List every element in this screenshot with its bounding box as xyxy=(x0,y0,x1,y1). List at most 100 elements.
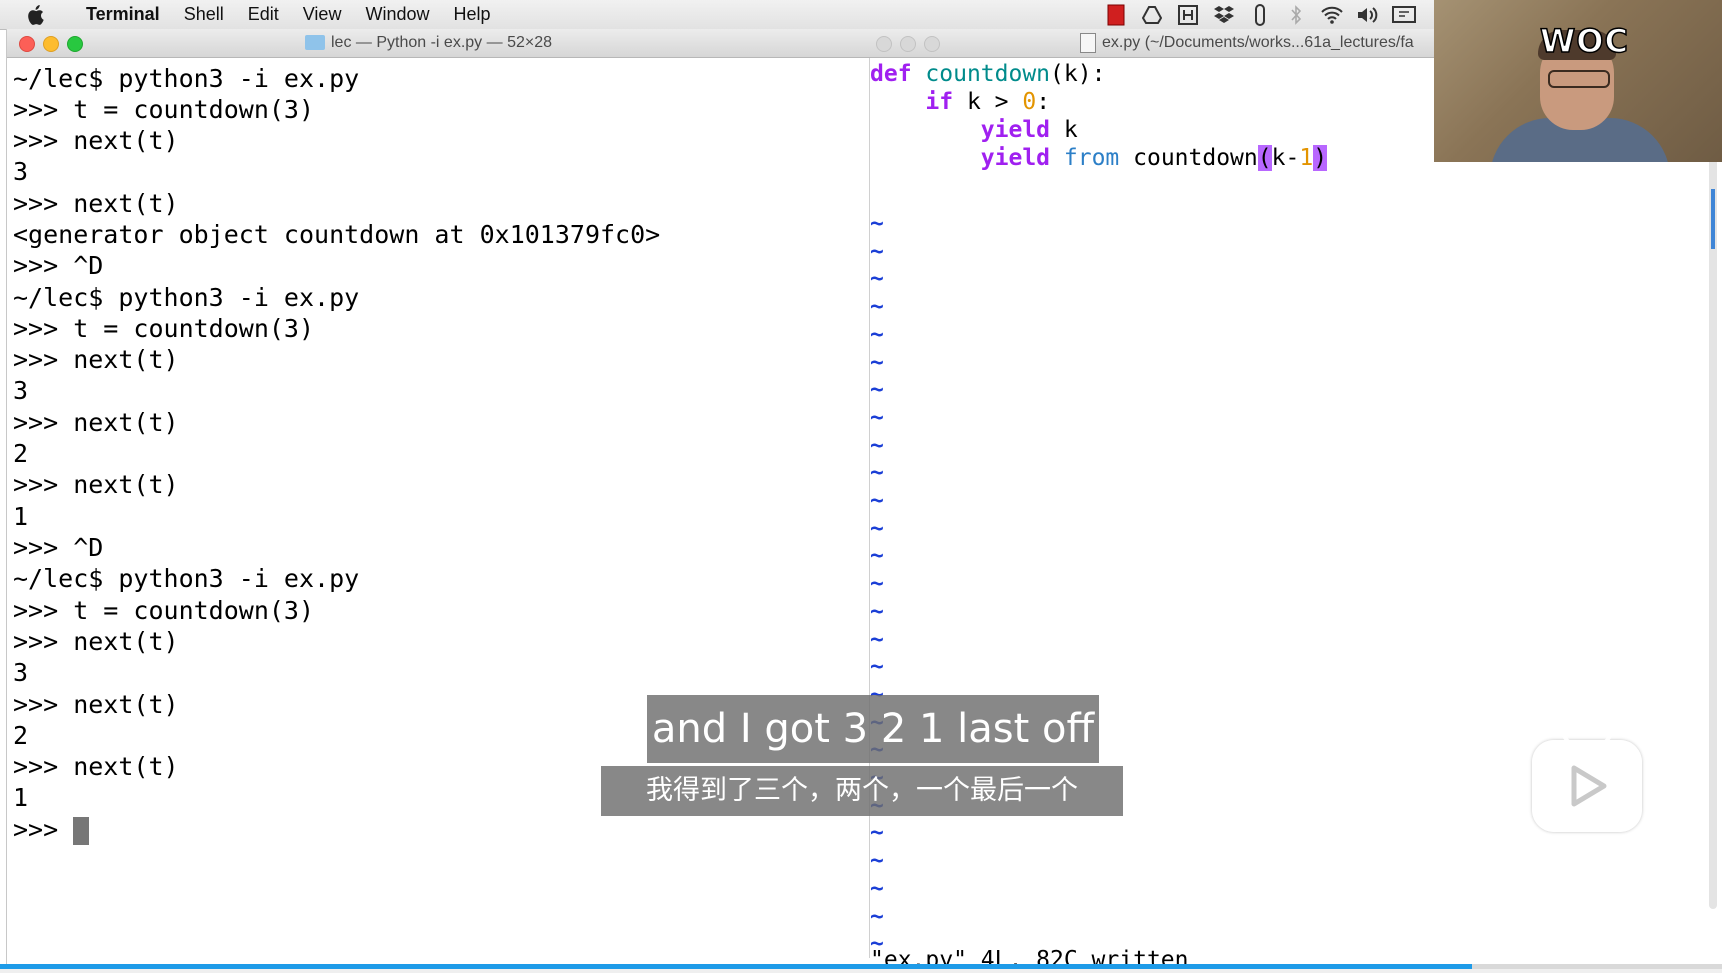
terminal-line: >>> next(t) xyxy=(13,408,179,437)
volume-icon[interactable] xyxy=(1356,4,1380,26)
drive-icon[interactable] xyxy=(1140,4,1164,26)
code-keyword: from xyxy=(1063,145,1120,171)
webcam-logo-text: WOC xyxy=(1539,21,1629,61)
terminal-line: 2 xyxy=(13,439,29,468)
presenter-glasses xyxy=(1548,70,1610,88)
tilde-marker: ~ xyxy=(870,294,884,320)
terminal-line: >>> t = countdown(3) xyxy=(13,314,315,343)
terminal-line: ~/lec$ python3 -i ex.py xyxy=(13,64,360,93)
pen-icon[interactable] xyxy=(1248,4,1272,26)
terminal-line: >>> next(t) xyxy=(13,189,179,218)
terminal-line: 3 xyxy=(13,658,29,687)
code-bracket-open: ( xyxy=(1257,145,1272,171)
terminal-line: >>> ^D xyxy=(13,251,104,280)
terminal-titlebar[interactable]: lec — Python -i ex.py — 52×28 xyxy=(7,29,871,58)
tilde-marker: ~ xyxy=(870,848,884,874)
zoom-button[interactable] xyxy=(67,36,83,52)
display-icon[interactable] xyxy=(1392,4,1416,26)
code-function-name: countdown xyxy=(925,61,1051,87)
tilde-marker: ~ xyxy=(870,820,884,846)
tilde-marker: ~ xyxy=(870,627,884,653)
code-bracket-close: ) xyxy=(1313,145,1328,171)
status-icons xyxy=(1104,3,1416,27)
terminal-line: 2 xyxy=(13,721,29,750)
tilde-marker: ~ xyxy=(870,211,884,237)
tilde-marker: ~ xyxy=(870,488,884,514)
terminal-line: >>> next(t) xyxy=(13,690,179,719)
menu-view[interactable]: View xyxy=(303,4,342,25)
play-button[interactable] xyxy=(1532,726,1642,832)
tilde-marker: ~ xyxy=(870,322,884,348)
code-line-1: def countdown(k): xyxy=(870,60,1105,88)
terminal-title: lec — Python -i ex.py — 52×28 xyxy=(331,34,552,51)
code-number: 1 xyxy=(1299,145,1314,171)
code-text: k- xyxy=(1271,145,1300,171)
apple-menu-icon[interactable] xyxy=(26,4,44,25)
terminal-prompt: >>> xyxy=(13,815,74,844)
code-keyword: yield xyxy=(980,117,1051,143)
subtitle-chinese: 我得到了三个，两个，一个最后一个 xyxy=(601,766,1123,816)
tilde-marker: ~ xyxy=(870,599,884,625)
close-button[interactable] xyxy=(876,36,892,52)
input-icon[interactable] xyxy=(1176,4,1200,26)
subtitle-english: and I got 3 2 1 last off xyxy=(647,695,1099,763)
recording-icon[interactable] xyxy=(1104,4,1128,26)
code-line-3: yield k xyxy=(870,116,1078,144)
menu-shell[interactable]: Shell xyxy=(184,4,224,25)
zoom-button[interactable] xyxy=(924,36,940,52)
terminal-line: ~/lec$ python3 -i ex.py xyxy=(13,283,360,312)
editor-title: ex.py (~/Documents/works...61a_lectures/… xyxy=(1102,34,1414,51)
code-line-4: yield from countdown(k-1) xyxy=(870,144,1328,172)
terminal-line: 3 xyxy=(13,376,29,405)
wifi-icon[interactable] xyxy=(1320,4,1344,26)
tilde-marker: ~ xyxy=(870,571,884,597)
tilde-marker: ~ xyxy=(870,239,884,265)
menu-edit[interactable]: Edit xyxy=(248,4,279,25)
minimize-button[interactable] xyxy=(43,36,59,52)
text-cursor xyxy=(73,817,90,845)
terminal-window[interactable]: lec — Python -i ex.py — 52×28 ~/lec$ pyt… xyxy=(6,29,871,965)
editor-scrollbar[interactable] xyxy=(1709,149,1717,909)
code-text: k > xyxy=(953,89,1023,115)
code-text: k xyxy=(1050,117,1078,143)
bluetooth-icon[interactable] xyxy=(1284,4,1308,26)
terminal-line: >>> t = countdown(3) xyxy=(13,95,315,124)
code-keyword: def xyxy=(870,61,912,87)
terminal-line: >>> next(t) xyxy=(13,470,179,499)
tilde-marker: ~ xyxy=(870,433,884,459)
menu-app-terminal[interactable]: Terminal xyxy=(86,4,160,25)
code-text: : xyxy=(1036,89,1051,115)
terminal-line: >>> ^D xyxy=(13,533,104,562)
document-icon xyxy=(1080,33,1096,53)
code-text: countdown xyxy=(1119,145,1258,171)
dropbox-icon[interactable] xyxy=(1212,4,1236,26)
terminal-line: ~/lec$ python3 -i ex.py xyxy=(13,564,360,593)
editor-scroll-thumb[interactable] xyxy=(1711,189,1715,249)
terminal-line: 3 xyxy=(13,157,29,186)
tilde-marker: ~ xyxy=(870,266,884,292)
tilde-marker: ~ xyxy=(870,405,884,431)
code-keyword: yield xyxy=(980,145,1051,171)
code-params: (k): xyxy=(1050,61,1106,87)
tilde-marker: ~ xyxy=(870,543,884,569)
tilde-marker: ~ xyxy=(870,654,884,680)
folder-icon xyxy=(305,35,325,50)
terminal-line: <generator object countdown at 0x101379f… xyxy=(13,220,661,249)
close-button[interactable] xyxy=(19,36,35,52)
minimize-button[interactable] xyxy=(900,36,916,52)
terminal-line: 1 xyxy=(13,783,29,812)
code-number: 0 xyxy=(1022,89,1037,115)
tilde-marker: ~ xyxy=(870,350,884,376)
terminal-line: >>> t = countdown(3) xyxy=(13,596,315,625)
code-keyword: if xyxy=(925,89,954,115)
menu-help[interactable]: Help xyxy=(453,4,490,25)
terminal-output[interactable]: ~/lec$ python3 -i ex.py >>> t = countdow… xyxy=(7,58,871,958)
code-line-2: if k > 0: xyxy=(870,88,1050,116)
tilde-marker: ~ xyxy=(870,904,884,930)
terminal-line: >>> next(t) xyxy=(13,752,179,781)
menu-window[interactable]: Window xyxy=(365,4,429,25)
play-icon xyxy=(1571,765,1607,807)
terminal-prompt-line[interactable]: >>> xyxy=(13,814,90,845)
terminal-line: >>> next(t) xyxy=(13,627,179,656)
tilde-marker: ~ xyxy=(870,460,884,486)
